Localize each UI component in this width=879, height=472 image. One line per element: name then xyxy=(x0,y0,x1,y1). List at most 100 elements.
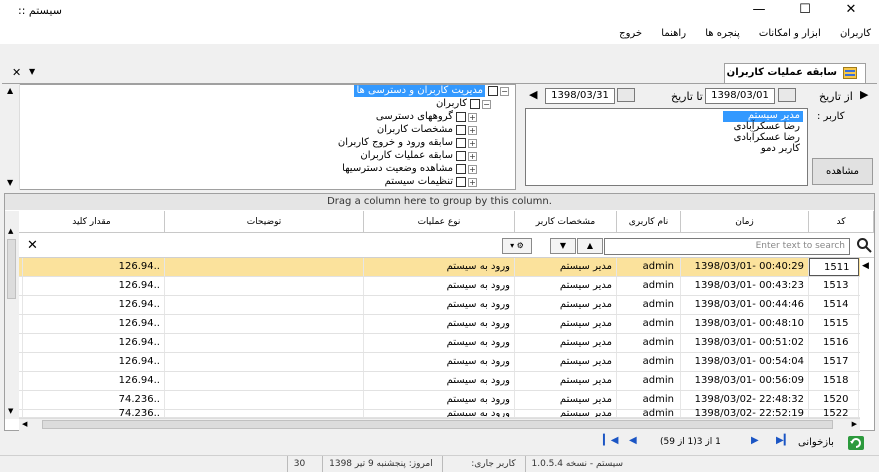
tree-node[interactable]: + تنظیمات سیستم xyxy=(385,176,477,188)
list-item[interactable]: کاربر دمو xyxy=(723,144,803,155)
cell-description xyxy=(165,353,364,371)
status-version: سیستم - نسخه 1.0.5.4 xyxy=(524,456,630,472)
cell-username: admin xyxy=(617,296,681,314)
clear-icon[interactable]: ✕ xyxy=(27,238,38,253)
status-counter: 30 xyxy=(286,456,311,472)
group-panel[interactable]: Drag a column here to group by this colu… xyxy=(5,194,874,210)
expand-icon[interactable]: + xyxy=(468,177,477,187)
checkbox[interactable] xyxy=(456,164,466,174)
horizontal-scroll-thumb[interactable] xyxy=(42,420,833,429)
cell-description xyxy=(165,277,364,295)
menu-tools[interactable]: ابزار و امکانات xyxy=(751,24,829,44)
from-date-label: از تاریخ xyxy=(819,90,853,103)
tab-user-operations-history[interactable]: سابقه عملیات کاربران xyxy=(724,63,866,83)
next-page-icon[interactable]: ▶ xyxy=(751,435,759,446)
settings-gear-button[interactable]: ▾ ⚙ xyxy=(502,238,532,254)
column-header-time[interactable]: زمان xyxy=(681,211,809,233)
search-down-button[interactable]: ▼ xyxy=(550,238,576,254)
expand-icon[interactable]: + xyxy=(468,112,477,122)
column-header-id[interactable]: کد xyxy=(809,211,874,233)
previous-page-icon[interactable]: ◀ xyxy=(629,435,637,446)
to-date-field[interactable]: 1398/03/31 xyxy=(545,88,615,104)
cell-id: 1517 xyxy=(809,353,859,371)
tree-node-users[interactable]: − کاربران xyxy=(436,98,491,110)
vertical-scrollbar[interactable]: ▲ ▼ xyxy=(5,211,19,419)
cell-key-value: 74.236.. xyxy=(23,405,165,417)
cell-description xyxy=(165,334,364,352)
expand-icon[interactable]: + xyxy=(468,125,477,135)
cell-key-value: 126.94.. xyxy=(23,277,165,295)
menu-exit[interactable]: خروج xyxy=(611,24,650,44)
column-header-key-value[interactable]: مقدار کلید xyxy=(19,211,165,233)
tree-node[interactable]: + سابقه عملیات کاربران xyxy=(360,150,477,162)
column-header-user-details[interactable]: مشخصات کاربر xyxy=(515,211,617,233)
cell-key-value: 126.94.. xyxy=(23,296,165,314)
checkbox[interactable] xyxy=(456,151,466,161)
cell-description xyxy=(165,315,364,333)
checkbox[interactable] xyxy=(470,99,480,109)
cell-id: 1513 xyxy=(809,277,859,295)
tree-scrollbar[interactable]: ▲ ▼ xyxy=(5,84,20,190)
cell-description xyxy=(165,405,364,417)
tree-node[interactable]: + مشخصات کاربران xyxy=(377,124,477,136)
cell-user-details: مدیر سیستم xyxy=(515,315,617,333)
calendar-icon[interactable] xyxy=(617,88,635,102)
table-row[interactable]: 126.94.. ورود به سیستم مدیر سیستم admin … xyxy=(5,372,860,391)
from-date-field[interactable]: 1398/03/01 xyxy=(705,88,775,104)
minimize-button[interactable]: — xyxy=(744,0,774,22)
previous-arrow-icon[interactable]: ◀ xyxy=(529,88,537,101)
tree-node[interactable]: + گروههای دسترسی xyxy=(376,111,477,123)
refresh-button[interactable]: بازخوانی xyxy=(798,437,834,448)
user-list[interactable]: مدیر سیستم رضا عسکرآبادی رضا عسکرآبادی ک… xyxy=(525,108,808,186)
checkbox[interactable] xyxy=(456,138,466,148)
table-row[interactable]: 126.94.. ورود به سیستم مدیر سیستم admin … xyxy=(5,277,860,296)
table-icon xyxy=(843,67,857,79)
search-icon[interactable] xyxy=(856,237,872,253)
menu-users[interactable]: کاربران xyxy=(832,24,879,44)
table-row[interactable]: 126.94.. ورود به سیستم مدیر سیستم admin … xyxy=(5,258,860,277)
cell-time: 1398/03/01- 00:51:02 xyxy=(681,334,809,352)
collapse-icon[interactable]: − xyxy=(500,86,509,96)
first-page-icon[interactable]: ▎◀ xyxy=(603,435,618,446)
next-arrow-icon[interactable]: ▶ xyxy=(860,88,868,101)
tree-node[interactable]: + مشاهده وضعیت دسترسیها xyxy=(342,163,477,175)
cell-user-details: مدیر سیستم xyxy=(515,353,617,371)
calendar-icon[interactable] xyxy=(778,88,796,102)
checkbox[interactable] xyxy=(456,177,466,187)
menu-help[interactable]: راهنما xyxy=(653,24,694,44)
checkbox[interactable] xyxy=(488,86,498,96)
cell-time: 1398/03/01- 00:44:46 xyxy=(681,296,809,314)
cell-username: admin xyxy=(617,334,681,352)
tree-node[interactable]: + سابقه ورود و خروج کاربران xyxy=(338,137,477,149)
table-row[interactable]: 126.94.. ورود به سیستم مدیر سیستم admin … xyxy=(5,334,860,353)
tree-root[interactable]: − مدیریت کاربران و دسترسی ها xyxy=(354,85,509,97)
expand-icon[interactable]: + xyxy=(468,164,477,174)
close-icon[interactable]: ✕ xyxy=(12,66,21,79)
cell-operation: ورود به سیستم xyxy=(364,296,515,314)
expand-icon[interactable]: + xyxy=(468,138,477,148)
collapse-icon[interactable]: − xyxy=(482,99,491,109)
column-header-description[interactable]: توضیحات xyxy=(165,211,364,233)
search-up-button[interactable]: ▲ xyxy=(577,238,603,254)
table-row[interactable]: 126.94.. ورود به سیستم مدیر سیستم admin … xyxy=(5,296,860,315)
table-row[interactable]: 74.236.. ورود به سیستم مدیر سیستم admin … xyxy=(5,405,860,418)
expand-icon[interactable]: + xyxy=(468,151,477,161)
last-page-icon[interactable]: ▶▎ xyxy=(776,435,791,446)
view-button[interactable]: مشاهده xyxy=(812,158,873,185)
chevron-down-icon[interactable]: ▼ xyxy=(29,67,35,76)
table-row[interactable]: 126.94.. ورود به سیستم مدیر سیستم admin … xyxy=(5,353,860,372)
search-input[interactable]: Enter text to search xyxy=(604,238,850,255)
close-window-button[interactable]: ✕ xyxy=(836,0,866,22)
checkbox[interactable] xyxy=(456,112,466,122)
cell-user-details: مدیر سیستم xyxy=(515,334,617,352)
column-header-username[interactable]: نام کاربری xyxy=(617,211,681,233)
cell-description xyxy=(165,296,364,314)
maximize-button[interactable]: ☐ xyxy=(790,0,820,22)
column-header-operation[interactable]: نوع عملیات xyxy=(364,211,515,233)
table-row[interactable]: 126.94.. ورود به سیستم مدیر سیستم admin … xyxy=(5,315,860,334)
checkbox[interactable] xyxy=(456,125,466,135)
cell-operation: ورود به سیستم xyxy=(364,277,515,295)
menu-windows[interactable]: پنجره ها xyxy=(697,24,748,44)
refresh-icon[interactable] xyxy=(848,436,864,450)
document-tab-strip xyxy=(0,44,879,62)
